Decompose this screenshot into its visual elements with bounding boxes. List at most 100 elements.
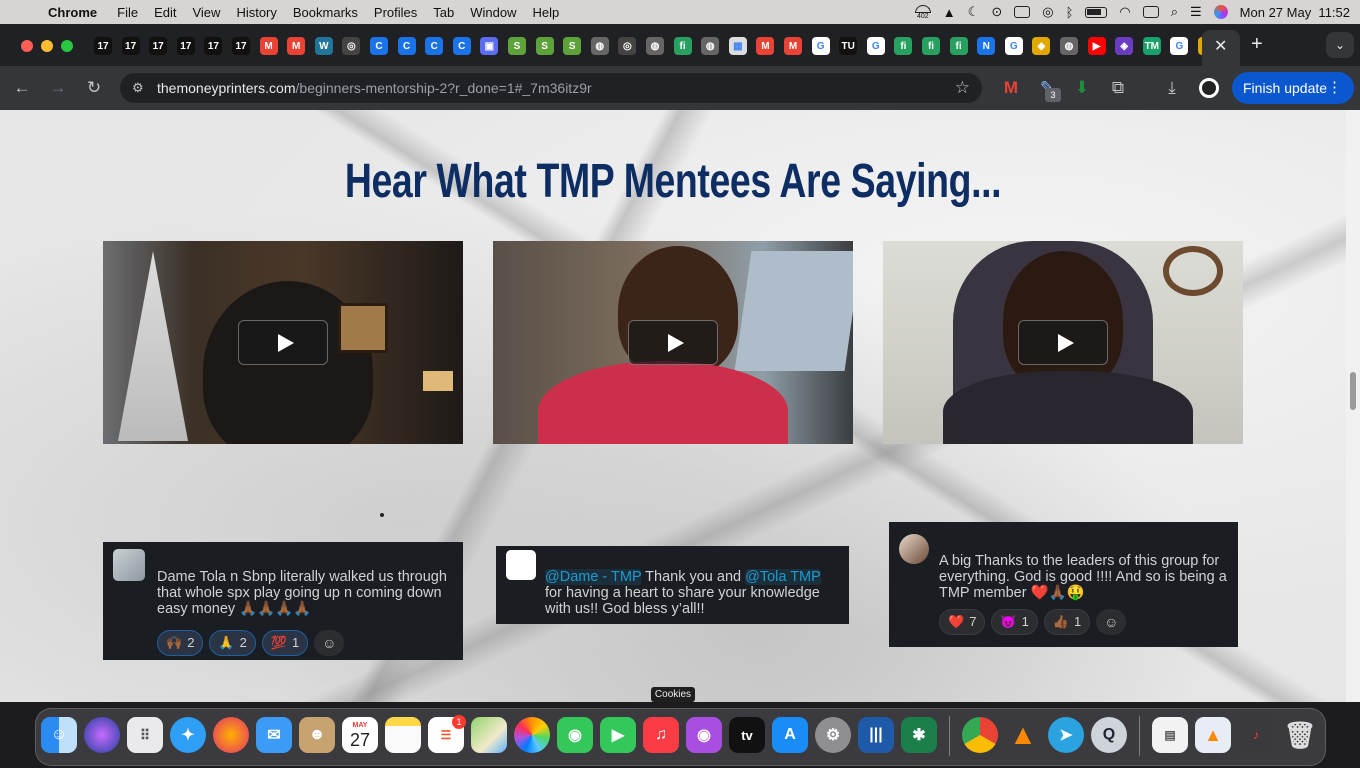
menu-tab[interactable]: Tab — [425, 5, 462, 20]
safari-icon[interactable]: ✦ — [170, 717, 206, 753]
telegram-icon[interactable]: ➤ — [1048, 717, 1084, 753]
calendar-icon[interactable]: MAY 27 — [342, 717, 378, 753]
tab-favicon[interactable]: 17 — [232, 37, 250, 55]
facetime-icon[interactable]: ▶ — [600, 717, 636, 753]
photos-icon[interactable] — [514, 717, 550, 753]
control-center-icon[interactable]: ☰ — [1190, 4, 1202, 20]
tab-favicon[interactable]: S — [508, 37, 526, 55]
system-settings-icon[interactable]: ⚙ — [815, 717, 851, 753]
tab-favicon[interactable]: ◈ — [1115, 37, 1134, 55]
tab-favicon[interactable]: ◎ — [342, 37, 361, 55]
maps-icon[interactable] — [471, 717, 507, 753]
reaction-thumbs-up[interactable]: 👍🏾 1 — [1043, 609, 1091, 635]
tab-favicon[interactable]: ◍ — [590, 37, 609, 55]
tab-favicon[interactable]: G — [1170, 37, 1189, 55]
search-icon[interactable]: ⌕ — [1171, 4, 1178, 20]
siri-icon[interactable] — [84, 717, 120, 753]
reaction-pray[interactable]: 🙏 2 — [209, 630, 256, 656]
cookies-tooltip[interactable]: Cookies — [651, 687, 695, 702]
bookmark-star-icon[interactable]: ☆ — [955, 78, 970, 98]
tab-favicon[interactable]: ▶ — [1087, 37, 1106, 55]
close-icon[interactable]: ✕ — [1214, 36, 1227, 56]
tab-favicon[interactable]: ▦ — [728, 37, 747, 55]
tab-favicon[interactable]: ◎ — [618, 37, 637, 55]
contacts-icon[interactable]: ☻ — [299, 717, 335, 753]
tab-favicon[interactable]: C — [370, 37, 388, 55]
tab-favicon[interactable]: S — [563, 37, 582, 55]
tab-favicon[interactable]: ▣ — [480, 37, 499, 55]
play-icon[interactable] — [628, 320, 718, 365]
reaction-raised-hands[interactable]: 🙌🏾 2 — [157, 630, 204, 656]
mail-icon[interactable]: ✉ — [256, 717, 292, 753]
play-circle-icon[interactable]: ⊙ — [991, 4, 1002, 20]
tab-favicon[interactable]: TU — [839, 37, 858, 55]
reload-icon[interactable]: ↻ — [84, 79, 104, 97]
tab-favicon[interactable]: fi — [949, 37, 968, 55]
site-settings-icon[interactable]: ⚙ — [132, 80, 144, 96]
tab-favicon[interactable]: M — [287, 37, 306, 55]
forward-arrow-icon[interactable]: → — [48, 79, 68, 97]
music-icon[interactable]: ♫ — [643, 717, 679, 753]
tab-favicon[interactable]: 17 — [121, 37, 140, 55]
quicktime-icon[interactable]: Q — [1091, 717, 1127, 753]
podcasts-icon[interactable]: ◉ — [686, 717, 722, 753]
badge-counter-icon[interactable]: 402 — [914, 4, 931, 20]
moon-icon[interactable]: ☾ — [968, 4, 980, 20]
tab-favicon[interactable]: M — [756, 37, 775, 55]
vlc-icon[interactable]: ▲ — [1005, 717, 1041, 753]
keyboard-icon[interactable] — [1142, 6, 1159, 18]
mention-tola[interactable]: @Tola TMP — [745, 569, 821, 585]
reaction-devil[interactable]: 😈 1 — [991, 609, 1038, 635]
folder-stack-icon[interactable]: ♪ — [1238, 717, 1274, 753]
kebab-menu-icon[interactable]: ⋮ — [1327, 78, 1342, 96]
tab-search-button[interactable]: ⌄ — [1326, 32, 1354, 58]
tab-favicon[interactable]: M — [784, 37, 802, 55]
tab-favicon[interactable]: 17 — [176, 37, 195, 55]
menu-bookmarks[interactable]: Bookmarks — [285, 5, 366, 20]
close-window-button[interactable] — [21, 40, 33, 52]
window-icon[interactable] — [1014, 6, 1031, 18]
tab-favicon[interactable]: ◍ — [646, 37, 664, 55]
tab-favicon[interactable]: fi — [673, 37, 692, 55]
finish-update-button[interactable]: Finish update ⋮ — [1232, 72, 1354, 104]
menu-file[interactable]: File — [109, 5, 146, 20]
hub-app-icon[interactable]: ✱ — [901, 717, 937, 753]
finder-icon[interactable]: ☺ — [41, 717, 77, 753]
tab-favicon[interactable]: ◆ — [1032, 37, 1051, 55]
tab-favicon[interactable]: C — [425, 37, 444, 55]
reaction-hundred[interactable]: 💯 1 — [261, 630, 309, 656]
apple-tv-icon[interactable]: tv — [729, 717, 765, 753]
gmail-extension-icon[interactable]: M — [1001, 79, 1021, 97]
messages-icon[interactable]: ◉ — [557, 717, 593, 753]
airdrop-icon[interactable]: ◎ — [1042, 4, 1053, 20]
extensions-puzzle-icon[interactable]: ⧉ — [1108, 79, 1128, 97]
testimonial-video-2[interactable] — [493, 241, 853, 444]
add-reaction-icon[interactable]: ☺ — [314, 630, 345, 656]
testimonial-video-1[interactable] — [103, 241, 463, 444]
mention-dame[interactable]: @Dame - TMP — [545, 569, 642, 585]
menu-view[interactable]: View — [184, 5, 228, 20]
chrome-icon[interactable] — [962, 717, 998, 753]
notes-icon[interactable] — [385, 717, 421, 753]
tab-favicon[interactable]: ◍ — [1060, 37, 1078, 55]
bluetooth-icon[interactable]: ᛒ — [1066, 5, 1074, 20]
menu-profiles[interactable]: Profiles — [366, 5, 425, 20]
wifi-icon[interactable]: ◠ — [1119, 4, 1130, 20]
menubar-clock[interactable]: Mon 27 May 11:52 — [1240, 5, 1350, 20]
battery-icon[interactable] — [1085, 6, 1108, 18]
profile-avatar[interactable] — [1199, 78, 1219, 98]
testimonial-video-3[interactable] — [883, 241, 1243, 444]
trash-icon[interactable]: 🗑 — [1282, 717, 1318, 753]
app-store-icon[interactable]: A — [772, 717, 808, 753]
menu-app-chrome[interactable]: Chrome — [40, 5, 105, 20]
tab-favicon[interactable]: M — [259, 37, 278, 55]
tab-favicon[interactable]: ◍ — [701, 37, 720, 55]
downloads-icon[interactable]: ⤓ — [1162, 79, 1182, 97]
scrollbar-thumb[interactable] — [1350, 372, 1356, 410]
tab-favicon[interactable]: G — [1004, 37, 1023, 55]
tab-favicon[interactable]: 17 — [94, 37, 112, 55]
reaction-heart[interactable]: ❤️ 7 — [939, 609, 986, 635]
tab-favicon[interactable]: S — [535, 37, 554, 55]
add-reaction-icon[interactable]: ☺ — [1096, 609, 1127, 635]
document-thumb-icon[interactable]: ▤ — [1152, 717, 1188, 753]
